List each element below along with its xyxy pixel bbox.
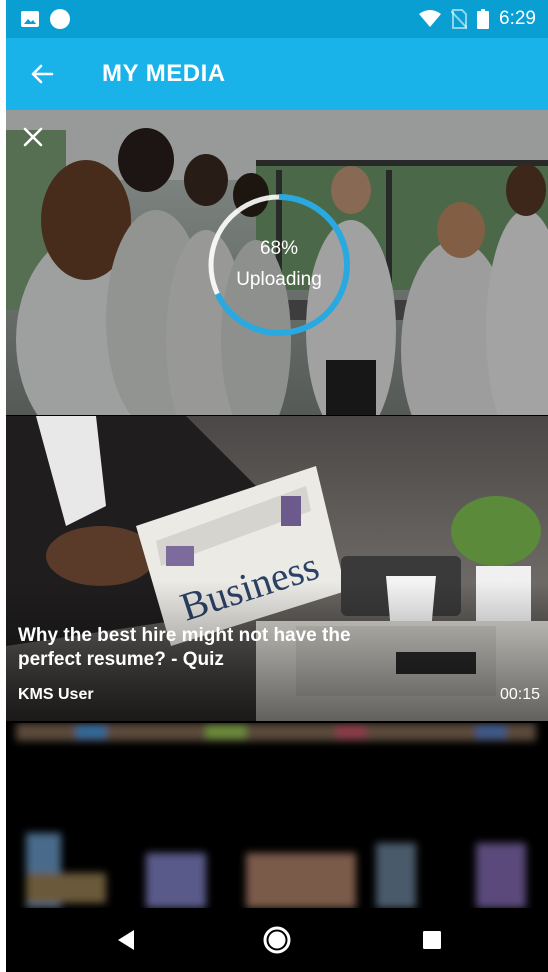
media-item[interactable]: Business Why the best hire might not hav… (6, 416, 548, 721)
system-nav-bar (6, 908, 548, 972)
blurred-thumbnail-image (16, 723, 536, 908)
media-author: KMS User (18, 686, 94, 703)
arrow-back-icon[interactable] (24, 56, 60, 92)
status-bar: 6:29 (6, 0, 548, 38)
nav-recent-apps-icon[interactable] (422, 930, 442, 950)
wifi-icon (419, 10, 442, 27)
circle-icon (50, 9, 70, 29)
nav-home-icon[interactable] (262, 925, 292, 955)
media-item-thumbnail[interactable] (6, 723, 548, 908)
app-bar: MY MEDIA (6, 38, 548, 110)
upload-card: 68% Uploading (6, 110, 548, 415)
status-time: 6:29 (499, 8, 536, 29)
media-title: Why the best hire might not have the per… (18, 625, 351, 670)
image-icon (21, 11, 39, 27)
close-icon[interactable] (20, 124, 46, 150)
no-sim-icon (451, 9, 468, 29)
battery-icon (477, 9, 490, 29)
media-duration: 00:15 (499, 686, 540, 703)
upload-status-label: Uploading (236, 269, 322, 290)
page-title: MY MEDIA (102, 60, 226, 87)
upload-percent: 68% (259, 238, 299, 259)
screen: 6:29 MY MEDIA 68% Uploading Why the best… (6, 0, 548, 972)
nav-back-icon[interactable] (114, 928, 138, 952)
upload-progress-ring (208, 194, 350, 336)
